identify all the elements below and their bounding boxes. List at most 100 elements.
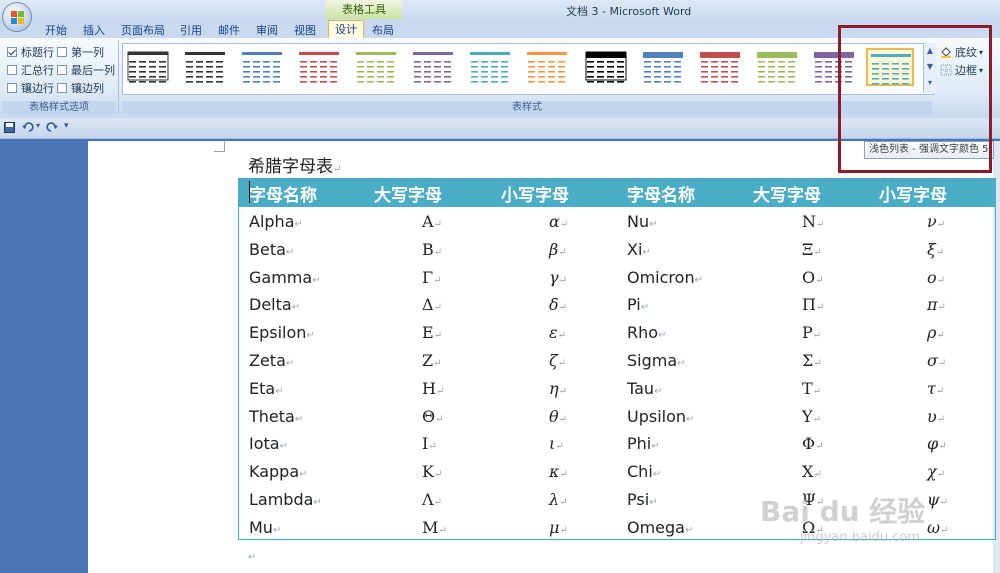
undo-dropdown-icon[interactable]: ▾ <box>36 121 40 130</box>
checkbox-box[interactable] <box>7 47 17 57</box>
table-cell[interactable]: Δ↵ <box>422 295 442 314</box>
table-cell[interactable]: Tau↵ <box>627 379 662 398</box>
table-cell[interactable]: Psi↵ <box>627 490 658 509</box>
table-cell[interactable]: Τ↵ <box>802 379 821 398</box>
table-cell[interactable]: Epsilon↵ <box>249 323 315 342</box>
table-cell[interactable]: ο↵ <box>927 268 945 287</box>
table-cell[interactable]: α↵ <box>549 212 568 231</box>
table-cell[interactable]: Ξ↵ <box>802 240 822 259</box>
table-cell[interactable]: Κ↵ <box>422 462 442 481</box>
table-cell[interactable]: θ↵ <box>549 407 567 426</box>
table-cell[interactable]: Omicron↵ <box>627 268 703 287</box>
office-button[interactable] <box>2 2 32 32</box>
table-cell[interactable]: Gamma↵ <box>249 268 321 287</box>
table-cell[interactable]: Ε↵ <box>422 323 442 342</box>
table-cell[interactable]: χ↵ <box>927 462 945 481</box>
checkbox-header-row[interactable]: 标题行 <box>7 44 54 60</box>
table-cell[interactable]: Beta↵ <box>249 240 294 259</box>
table-cell[interactable]: Μ↵ <box>422 518 447 537</box>
table-cell[interactable]: ι↵ <box>549 434 564 453</box>
table-style-thumbnail[interactable] <box>754 48 802 86</box>
table-cell[interactable]: Γ↵ <box>422 268 442 287</box>
redo-icon[interactable] <box>46 122 58 133</box>
greek-alphabet-table[interactable]: 字母名称 大写字母 小写字母 字母名称 大写字母 小写字母 Alpha↵ Α↵ α↵ Nu↵ Ν↵ ν… <box>238 178 996 540</box>
table-style-thumbnail[interactable] <box>353 48 401 86</box>
table-cell[interactable]: γ↵ <box>549 268 567 287</box>
table-cell[interactable]: Υ↵ <box>802 407 821 426</box>
table-cell[interactable]: Mu↵ <box>249 518 281 537</box>
undo-icon[interactable] <box>22 122 34 133</box>
table-cell[interactable]: δ↵ <box>549 295 567 314</box>
table-style-thumbnail[interactable] <box>524 48 572 86</box>
table-style-thumbnail[interactable] <box>467 48 515 86</box>
table-style-thumbnail[interactable] <box>125 48 173 86</box>
customize-qat-icon[interactable]: ▾ <box>64 121 69 131</box>
checkbox-box[interactable] <box>7 65 17 75</box>
table-cell[interactable]: β↵ <box>549 240 567 259</box>
tab-mailings[interactable]: 邮件 <box>218 22 240 38</box>
table-style-thumbnail[interactable] <box>640 48 688 86</box>
tab-references[interactable]: 引用 <box>180 22 202 38</box>
table-cell[interactable]: Ν↵ <box>802 212 824 231</box>
table-cell[interactable]: Σ↵ <box>802 351 822 370</box>
tab-review[interactable]: 审阅 <box>256 22 278 38</box>
table-cell[interactable]: Rho↵ <box>627 323 666 342</box>
table-cell[interactable]: η↵ <box>549 379 567 398</box>
tab-view[interactable]: 视图 <box>294 22 316 38</box>
checkbox-total-row[interactable]: 汇总行 <box>7 62 54 78</box>
tab-insert[interactable]: 插入 <box>83 22 105 38</box>
table-cell[interactable]: ν↵ <box>927 212 945 231</box>
tab-layout[interactable]: 布局 <box>372 22 394 38</box>
table-style-thumbnail[interactable] <box>697 48 745 86</box>
table-cell[interactable]: Β↵ <box>422 240 442 259</box>
table-cell[interactable]: Α↵ <box>422 212 442 231</box>
table-cell[interactable]: Ζ↵ <box>422 351 442 370</box>
table-cell[interactable]: Chi↵ <box>627 462 661 481</box>
table-cell[interactable]: Lambda↵ <box>249 490 322 509</box>
checkbox-last-column[interactable]: 最后一列 <box>57 62 115 78</box>
table-cell[interactable]: Χ↵ <box>802 462 822 481</box>
table-cell[interactable]: Xi↵ <box>627 240 651 259</box>
table-cell[interactable]: Η↵ <box>422 379 444 398</box>
table-cell[interactable]: Π↵ <box>802 295 824 314</box>
table-cell[interactable]: Kappa↵ <box>249 462 308 481</box>
tab-page-layout[interactable]: 页面布局 <box>121 22 165 38</box>
tab-design[interactable]: 设计 <box>328 20 364 38</box>
table-cell[interactable]: Eta↵ <box>249 379 284 398</box>
table-style-thumbnail[interactable] <box>583 48 631 86</box>
table-style-thumbnail[interactable] <box>296 48 344 86</box>
table-cell[interactable]: Λ↵ <box>422 490 442 509</box>
checkbox-banded-columns[interactable]: 镶边列 <box>57 80 104 96</box>
checkbox-box[interactable] <box>7 83 17 93</box>
table-style-thumbnail[interactable] <box>182 48 230 86</box>
table-cell[interactable]: φ↵ <box>927 434 947 453</box>
table-cell[interactable]: κ↵ <box>549 462 568 481</box>
table-style-thumbnail[interactable] <box>239 48 287 86</box>
table-cell[interactable]: ζ↵ <box>549 351 566 370</box>
table-cell[interactable]: Omega↵ <box>627 518 693 537</box>
table-cell[interactable]: Iota↵ <box>249 434 288 453</box>
table-cell[interactable]: Theta↵ <box>249 407 303 426</box>
tab-home[interactable]: 开始 <box>45 22 67 38</box>
table-cell[interactable]: μ↵ <box>549 518 568 537</box>
table-cell[interactable]: σ↵ <box>927 351 946 370</box>
checkbox-box[interactable] <box>57 47 67 57</box>
checkbox-box[interactable] <box>57 65 67 75</box>
checkbox-banded-rows[interactable]: 镶边行 <box>7 80 54 96</box>
checkbox-first-column[interactable]: 第一列 <box>57 44 104 60</box>
table-cell[interactable]: Ο↵ <box>802 268 824 287</box>
table-cell[interactable]: π↵ <box>927 295 946 314</box>
table-cell[interactable]: λ↵ <box>549 490 568 509</box>
table-cell[interactable]: Sigma↵ <box>627 351 686 370</box>
table-cell[interactable]: Ι↵ <box>422 434 437 453</box>
table-cell[interactable]: ξ↵ <box>927 240 944 259</box>
table-cell[interactable]: ω↵ <box>927 518 948 537</box>
checkbox-box[interactable] <box>57 83 67 93</box>
save-icon[interactable] <box>4 122 15 133</box>
table-cell[interactable]: Delta↵ <box>249 295 300 314</box>
table-cell[interactable]: Alpha↵ <box>249 212 303 231</box>
table-cell[interactable]: Nu↵ <box>627 212 658 231</box>
table-cell[interactable]: Zeta↵ <box>249 351 294 370</box>
table-cell[interactable]: Θ↵ <box>422 407 444 426</box>
table-cell[interactable]: ψ↵ <box>927 490 948 509</box>
